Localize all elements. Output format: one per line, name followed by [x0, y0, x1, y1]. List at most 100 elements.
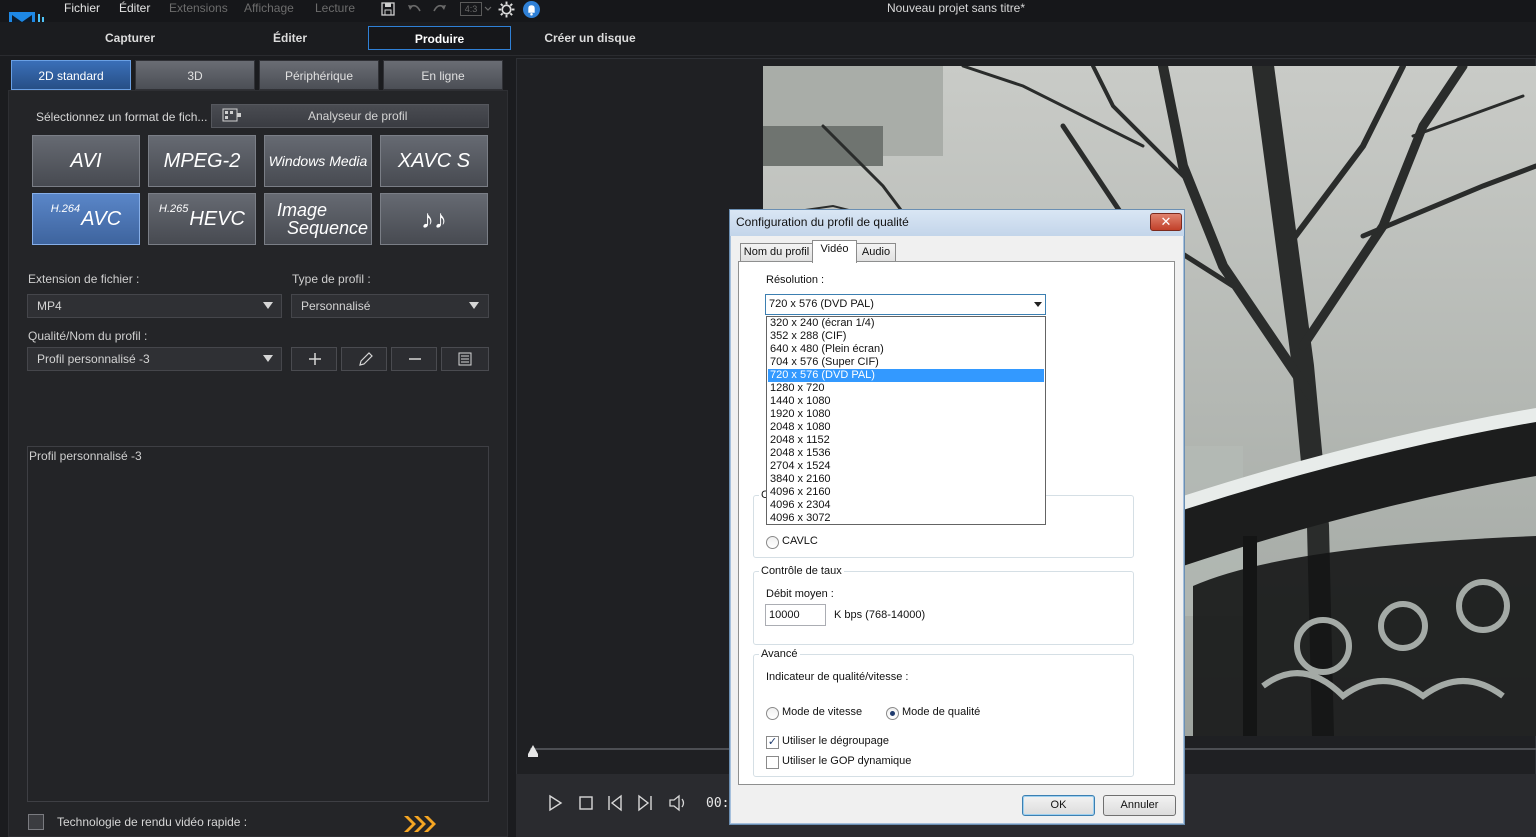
- volume-icon[interactable]: [668, 794, 686, 812]
- pencil-icon: [359, 352, 373, 366]
- profile-type-select[interactable]: Personnalisé: [291, 294, 489, 318]
- fast-render-checkbox[interactable]: [28, 814, 44, 830]
- format-audio-button[interactable]: ♪♪: [380, 193, 488, 245]
- resolution-option[interactable]: 1440 x 1080: [768, 395, 1044, 408]
- dialog-tab-video[interactable]: Vidéo: [812, 240, 857, 263]
- resolution-option[interactable]: 1280 x 720: [768, 382, 1044, 395]
- chevron-down-icon[interactable]: [483, 1, 499, 17]
- select-format-label: Sélectionnez un format de fich...: [36, 110, 208, 124]
- mode-capturer[interactable]: Capturer: [60, 26, 200, 50]
- quality-profile-select[interactable]: Profil personnalisé -3: [27, 347, 282, 371]
- format-avi-button[interactable]: AVI: [32, 135, 140, 187]
- resolution-option[interactable]: 640 x 480 (Plein écran): [768, 343, 1044, 356]
- quality-mode-radio[interactable]: [886, 707, 899, 720]
- dynamic-gop-checkbox[interactable]: [766, 756, 779, 769]
- resolution-option[interactable]: 4096 x 2304: [768, 499, 1044, 512]
- speed-mode-radio[interactable]: [766, 707, 779, 720]
- undo-icon[interactable]: [406, 1, 422, 17]
- cancel-button[interactable]: Annuler: [1103, 795, 1176, 816]
- dynamic-gop-label: Utiliser le GOP dynamique: [782, 755, 912, 767]
- velocity-icon: [402, 814, 442, 834]
- resolution-option[interactable]: 2048 x 1536: [768, 447, 1044, 460]
- file-extension-select[interactable]: MP4: [27, 294, 282, 318]
- menu-extensions[interactable]: Extensions: [169, 1, 228, 17]
- file-extension-label: Extension de fichier :: [28, 272, 140, 286]
- resolution-option[interactable]: 704 x 576 (Super CIF): [768, 356, 1044, 369]
- dialog-tab-audio[interactable]: Audio: [856, 243, 896, 262]
- gear-icon[interactable]: [498, 1, 515, 18]
- chevron-down-icon: [263, 355, 273, 362]
- format-sequence-label: Sequence: [287, 218, 369, 238]
- remove-profile-button[interactable]: [391, 347, 437, 371]
- chevron-down-icon: [469, 302, 479, 309]
- profile-details-button[interactable]: [441, 347, 489, 371]
- format-avc-button[interactable]: H.264 AVC: [32, 193, 140, 245]
- deblocking-label: Utiliser le dégroupage: [782, 735, 890, 747]
- quality-profile-label: Qualité/Nom du profil :: [28, 329, 148, 343]
- cavlc-radio[interactable]: [766, 536, 779, 549]
- add-profile-button[interactable]: [291, 347, 337, 371]
- timecode-display: 00:: [706, 796, 730, 811]
- format-hevc-button[interactable]: H.265 HEVC: [148, 193, 256, 245]
- stop-icon[interactable]: [577, 794, 595, 812]
- dialog-tab-nom-profil[interactable]: Nom du profil: [740, 243, 813, 262]
- resolution-option[interactable]: 3840 x 2160: [768, 473, 1044, 486]
- mode-produire[interactable]: Produire: [368, 26, 511, 50]
- list-icon: [458, 352, 472, 366]
- redo-icon[interactable]: [432, 1, 448, 17]
- format-hevc-codec: H.265: [159, 203, 189, 215]
- resolution-option[interactable]: 320 x 240 (écran 1/4): [768, 317, 1044, 330]
- save-icon[interactable]: [380, 1, 396, 17]
- resolution-option[interactable]: 1920 x 1080: [768, 408, 1044, 421]
- profile-analyzer-icon: [222, 108, 242, 122]
- format-hevc-label: HEVC: [189, 207, 245, 230]
- format-xavcs-button[interactable]: XAVC S: [380, 135, 488, 187]
- profile-description-text: Profil personnalisé -3: [29, 449, 142, 463]
- format-avc-codec: H.264: [50, 203, 81, 215]
- mode-creer-disque[interactable]: Créer un disque: [520, 26, 660, 50]
- scrubber-handle-icon[interactable]: [527, 744, 539, 758]
- aspect-ratio-selector[interactable]: 4:3: [460, 2, 482, 16]
- resolution-option[interactable]: 2048 x 1152: [768, 434, 1044, 447]
- mode-editer[interactable]: Éditer: [220, 26, 360, 50]
- quality-mode-label: Mode de qualité: [902, 706, 981, 718]
- tab-peripherique[interactable]: Périphérique: [259, 60, 379, 90]
- cavlc-label: CAVLC: [782, 535, 818, 547]
- menu-lecture[interactable]: Lecture: [315, 1, 355, 17]
- minus-icon: [409, 358, 421, 360]
- profile-type-label: Type de profil :: [292, 272, 371, 286]
- menu-affichage[interactable]: Affichage: [244, 1, 294, 17]
- resolution-option[interactable]: 720 x 576 (DVD PAL): [768, 369, 1044, 382]
- previous-frame-icon[interactable]: [606, 794, 624, 812]
- format-image-sequence-button[interactable]: Image Sequence: [264, 193, 372, 245]
- resolution-option[interactable]: 2048 x 1080: [768, 421, 1044, 434]
- notification-icon[interactable]: [523, 1, 540, 18]
- menu-editer[interactable]: Éditer: [119, 1, 150, 17]
- deblocking-checkbox[interactable]: ✓: [766, 736, 779, 749]
- rate-control-title: Contrôle de taux: [759, 565, 844, 577]
- resolution-option[interactable]: 352 x 288 (CIF): [768, 330, 1044, 343]
- play-icon[interactable]: [546, 794, 564, 812]
- format-image-label: Image: [277, 200, 328, 220]
- format-mpeg2-button[interactable]: MPEG-2: [148, 135, 256, 187]
- avg-bitrate-input[interactable]: 10000: [765, 604, 826, 626]
- resolution-option[interactable]: 2704 x 1524: [768, 460, 1044, 473]
- tab-en-ligne[interactable]: En ligne: [383, 60, 503, 90]
- advanced-group-title: Avancé: [759, 648, 800, 660]
- dialog-close-button[interactable]: ✕: [1150, 213, 1182, 231]
- edit-profile-button[interactable]: [341, 347, 387, 371]
- menu-fichier[interactable]: Fichier: [64, 1, 100, 17]
- ok-button[interactable]: OK: [1022, 795, 1095, 816]
- profile-description-box: Profil personnalisé -3: [27, 446, 489, 802]
- file-extension-value: MP4: [37, 299, 62, 313]
- format-xavcs-label: XAVC S: [397, 149, 471, 172]
- next-frame-icon[interactable]: [636, 794, 654, 812]
- profile-analyzer-button[interactable]: Analyseur de profil: [211, 104, 489, 128]
- resolution-option[interactable]: 4096 x 2160: [768, 486, 1044, 499]
- format-windows-media-button[interactable]: Windows Media: [264, 135, 372, 187]
- tab-3d[interactable]: 3D: [135, 60, 255, 90]
- profile-type-value: Personnalisé: [301, 299, 371, 313]
- resolution-option[interactable]: 4096 x 3072: [768, 512, 1044, 525]
- tab-2d-standard[interactable]: 2D standard: [11, 60, 131, 90]
- resolution-select[interactable]: 720 x 576 (DVD PAL): [765, 294, 1046, 315]
